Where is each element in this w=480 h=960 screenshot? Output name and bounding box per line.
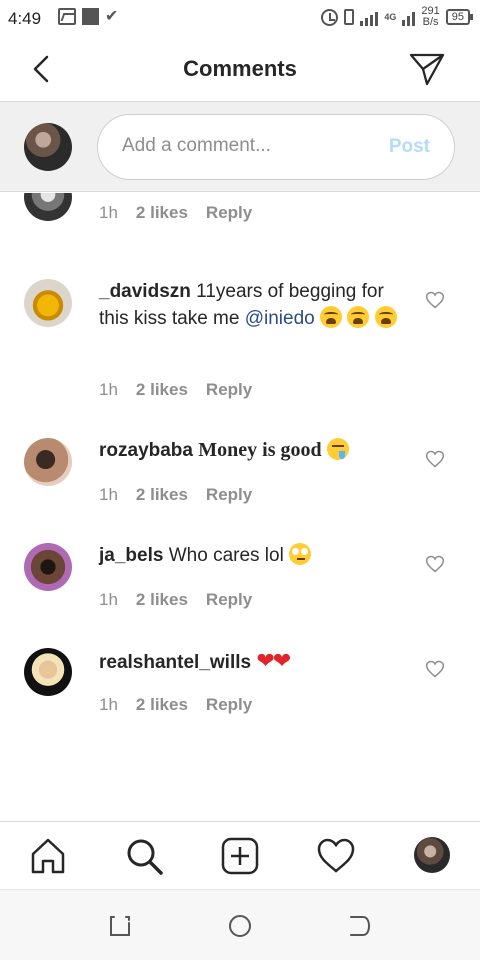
bottom-navigation <box>0 821 480 889</box>
status-notification-icons: ✔ <box>58 8 118 25</box>
system-navigation-bar <box>0 889 480 960</box>
current-user-avatar <box>24 123 72 171</box>
signal-bars-secondary-icon <box>402 9 416 26</box>
comment-likes[interactable]: 2 likes <box>136 485 188 505</box>
comment-meta: 1h 2 likes Reply <box>99 485 252 505</box>
gallery-notification-icon <box>58 8 76 25</box>
comment-username[interactable]: ja_bels <box>99 545 163 566</box>
comment-meta: 1h 2 likes Reply <box>99 590 252 610</box>
comment-meta: 1h 2 likes Reply <box>99 695 252 715</box>
post-button[interactable]: Post <box>389 136 430 158</box>
comment-username[interactable]: rozaybaba <box>99 440 193 461</box>
comment-time: 1h <box>99 203 118 222</box>
reply-button[interactable]: Reply <box>206 590 252 610</box>
recents-icon[interactable] <box>107 913 133 939</box>
comment-likes[interactable]: 2 likes <box>136 590 188 610</box>
status-system-icons: 4G 291 B/s 95 <box>321 6 474 28</box>
weary-face-emoji <box>320 306 342 328</box>
like-heart-icon[interactable] <box>425 554 445 574</box>
comments-list: 1h 2 likes Reply _davidszn 11years of be… <box>0 193 480 821</box>
comment-input[interactable] <box>122 115 372 177</box>
comment-meta: 1h 2 likes Reply <box>99 203 252 223</box>
comment-text: ja_bels Who cares lol <box>99 542 409 569</box>
profile-avatar[interactable] <box>414 837 450 873</box>
reply-button[interactable]: Reply <box>206 203 252 223</box>
reply-button[interactable]: Reply <box>206 380 252 400</box>
comment-time: 1h <box>99 695 118 714</box>
comment-time: 1h <box>99 590 118 609</box>
weary-face-emoji <box>347 306 370 328</box>
comment-likes[interactable]: 2 likes <box>136 203 188 223</box>
drooling-face-emoji <box>326 438 349 460</box>
status-time: 4:49 <box>8 9 42 28</box>
comment-text: _davidszn 11years of begging for this ki… <box>99 278 409 332</box>
comment-text: realshantel_wills ❤❤ <box>99 647 409 676</box>
reply-button[interactable]: Reply <box>206 695 252 715</box>
like-heart-icon[interactable] <box>425 659 445 679</box>
comment-time: 1h <box>99 485 118 504</box>
status-bar: 4:49 ✔ 4G 291 B/s 95 <box>0 0 480 36</box>
square-notification-icon <box>82 8 99 25</box>
comment-meta: 1h 2 likes Reply <box>99 380 252 400</box>
network-type-label: 4G <box>384 11 397 22</box>
comment-text: rozaybaba Money is good <box>99 437 409 464</box>
comments-header: Comments <box>0 36 480 102</box>
comment-username[interactable]: _davidszn <box>99 281 191 302</box>
comment-composer: Post <box>0 102 480 192</box>
comment-likes[interactable]: 2 likes <box>136 380 188 400</box>
comment-avatar[interactable] <box>24 193 72 221</box>
comment-username[interactable]: realshantel_wills <box>99 652 251 673</box>
vibrate-icon <box>344 9 355 25</box>
reply-button[interactable]: Reply <box>206 485 252 505</box>
paper-plane-icon[interactable] <box>408 50 446 88</box>
back-icon[interactable] <box>347 913 373 939</box>
alarm-icon <box>321 8 339 26</box>
comment-time: 1h <box>99 380 118 399</box>
comment-avatar[interactable] <box>24 438 72 486</box>
add-post-icon[interactable] <box>220 836 260 876</box>
network-speed-unit: B/s <box>422 16 439 28</box>
like-heart-icon[interactable] <box>425 449 445 469</box>
face-with-rolling-eyes-emoji <box>289 543 312 565</box>
network-speed: 291 B/s <box>421 6 439 28</box>
like-heart-icon[interactable] <box>425 290 445 310</box>
comment-input-wrapper: Post <box>97 114 455 180</box>
comment-message: Money is good <box>198 439 322 461</box>
comment-avatar[interactable] <box>24 543 72 591</box>
red-heart-emoji: ❤❤ <box>256 648 291 673</box>
home-circle-icon[interactable] <box>227 913 253 939</box>
comment-message: Who cares lol <box>168 545 284 566</box>
comment-avatar[interactable] <box>24 279 72 327</box>
comment-likes[interactable]: 2 likes <box>136 695 188 715</box>
battery-icon: 95 <box>445 9 474 25</box>
activity-heart-icon[interactable] <box>316 836 356 876</box>
signal-bars-icon <box>360 9 379 26</box>
comment-mention[interactable]: @iniedo <box>245 308 315 329</box>
home-icon[interactable] <box>28 836 68 876</box>
search-icon[interactable] <box>124 836 164 876</box>
download-done-icon: ✔ <box>105 8 119 25</box>
comment-avatar[interactable] <box>24 648 72 696</box>
weary-face-emoji <box>374 306 397 328</box>
